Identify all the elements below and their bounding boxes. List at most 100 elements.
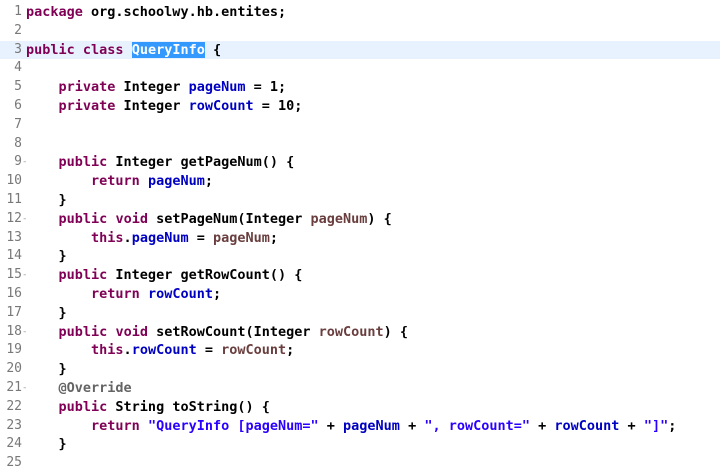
line-number: 2 bbox=[14, 22, 22, 38]
line-number: 3 bbox=[14, 41, 22, 57]
code-token: class bbox=[82, 41, 124, 58]
code-token: pageNum bbox=[310, 210, 368, 227]
code-token: rowCount bbox=[188, 97, 254, 114]
code-token: "QueryInfo [pageNum=" bbox=[147, 417, 319, 434]
fold-toggle-icon[interactable]: - bbox=[22, 323, 27, 342]
code-token: public bbox=[58, 398, 108, 415]
code-line[interactable]: 23 return "QueryInfo [pageNum=" + pageNu… bbox=[0, 417, 720, 436]
code-token: { bbox=[204, 41, 222, 58]
code-line[interactable]: 5 private Integer pageNum = 1; bbox=[0, 78, 720, 97]
code-text: public Integer getRowCount() { bbox=[22, 266, 720, 285]
code-text: return "QueryInfo [pageNum=" + pageNum +… bbox=[22, 417, 720, 436]
line-number: 20 bbox=[6, 361, 22, 377]
code-token: private bbox=[58, 79, 116, 96]
code-line[interactable]: 10 return pageNum; bbox=[0, 172, 720, 191]
code-line[interactable]: 2 bbox=[0, 22, 720, 41]
code-token: package bbox=[26, 4, 83, 20]
code-text: public void setPageNum(Integer pageNum) … bbox=[22, 210, 720, 229]
line-number: 21- bbox=[0, 379, 27, 398]
code-token: return bbox=[91, 285, 140, 302]
code-token: ; bbox=[668, 417, 677, 434]
code-token: } bbox=[26, 191, 67, 208]
code-token: rowCount bbox=[318, 323, 384, 340]
code-line[interactable]: 8 bbox=[0, 135, 720, 154]
code-line[interactable]: 24 } bbox=[0, 435, 720, 454]
code-line[interactable]: 21- @Override bbox=[0, 379, 720, 398]
code-line[interactable]: 15- public Integer getRowCount() { bbox=[0, 266, 720, 285]
code-line[interactable]: 25 bbox=[0, 454, 720, 473]
code-line[interactable]: 20 } bbox=[0, 360, 720, 379]
code-line[interactable]: 17 } bbox=[0, 304, 720, 323]
code-token: ) { bbox=[367, 210, 392, 227]
line-number: 5 bbox=[14, 79, 22, 95]
code-token: ", rowCount=" bbox=[424, 417, 530, 434]
code-line[interactable]: 12- public void setPageNum(Integer pageN… bbox=[0, 210, 720, 229]
line-number: 9- bbox=[0, 153, 27, 172]
code-text: public Integer getPageNum() { bbox=[22, 153, 720, 172]
code-line[interactable]: 6 private Integer rowCount = 10; bbox=[0, 97, 720, 116]
code-token: pageNum bbox=[147, 173, 205, 190]
code-line[interactable]: 7 bbox=[0, 116, 720, 135]
code-token: = bbox=[188, 229, 213, 246]
code-text: } bbox=[22, 191, 720, 210]
code-text: } bbox=[22, 435, 720, 454]
code-token: Integer bbox=[115, 97, 189, 114]
code-line[interactable]: 11 } bbox=[0, 191, 720, 210]
code-line[interactable]: 3 public class QueryInfo { bbox=[0, 40, 720, 60]
line-number: 19 bbox=[6, 342, 22, 358]
code-token: return bbox=[91, 173, 140, 190]
code-token: + bbox=[530, 417, 555, 434]
code-token: + bbox=[318, 417, 344, 434]
code-line[interactable]: 14 } bbox=[0, 247, 720, 266]
code-token: void bbox=[115, 210, 148, 227]
line-number: 1 bbox=[14, 4, 22, 19]
code-token: } bbox=[26, 248, 67, 265]
line-number: 8 bbox=[14, 135, 22, 151]
code-line[interactable]: 13 this.pageNum = pageNum; bbox=[0, 229, 720, 248]
code-token: . bbox=[123, 342, 132, 359]
code-text: public class QueryInfo { bbox=[22, 41, 720, 60]
code-line[interactable]: 18- public void setRowCount(Integer rowC… bbox=[0, 323, 720, 342]
code-token: rowCount bbox=[147, 285, 213, 302]
code-token: return bbox=[91, 417, 140, 434]
line-number: 14 bbox=[6, 248, 22, 264]
line-number: 23 bbox=[6, 417, 22, 433]
code-token: "]" bbox=[643, 417, 669, 434]
code-line[interactable]: 22 public String toString() { bbox=[0, 398, 720, 417]
code-line[interactable]: 1 package org.schoolwy.hb.entites; bbox=[0, 3, 720, 22]
code-token: rowCount bbox=[554, 417, 620, 434]
fold-toggle-icon[interactable]: - bbox=[22, 266, 27, 285]
code-text: private Integer pageNum = 1; bbox=[22, 78, 720, 97]
code-line[interactable]: 16 return rowCount; bbox=[0, 285, 720, 304]
code-line[interactable]: 19 this.rowCount = rowCount; bbox=[0, 341, 720, 360]
fold-toggle-icon[interactable]: - bbox=[22, 153, 27, 172]
code-line[interactable]: 9- public Integer getPageNum() { bbox=[0, 153, 720, 172]
code-token: Integer getPageNum() { bbox=[107, 154, 295, 171]
code-token: + bbox=[619, 417, 644, 434]
fold-toggle-icon[interactable]: - bbox=[22, 210, 27, 229]
code-token: @Override bbox=[58, 379, 132, 396]
code-token: rowCount bbox=[221, 342, 287, 359]
fold-toggle-icon[interactable]: - bbox=[22, 379, 27, 398]
code-token: } bbox=[26, 361, 67, 378]
code-token: public bbox=[58, 267, 108, 284]
code-line[interactable]: 4 bbox=[0, 59, 720, 78]
code-token: public bbox=[58, 323, 108, 340]
code-token: this bbox=[91, 342, 124, 359]
line-number: 6 bbox=[14, 97, 22, 113]
code-editor[interactable]: 1 package org.schoolwy.hb.entites; 2 3 publi… bbox=[0, 0, 720, 475]
